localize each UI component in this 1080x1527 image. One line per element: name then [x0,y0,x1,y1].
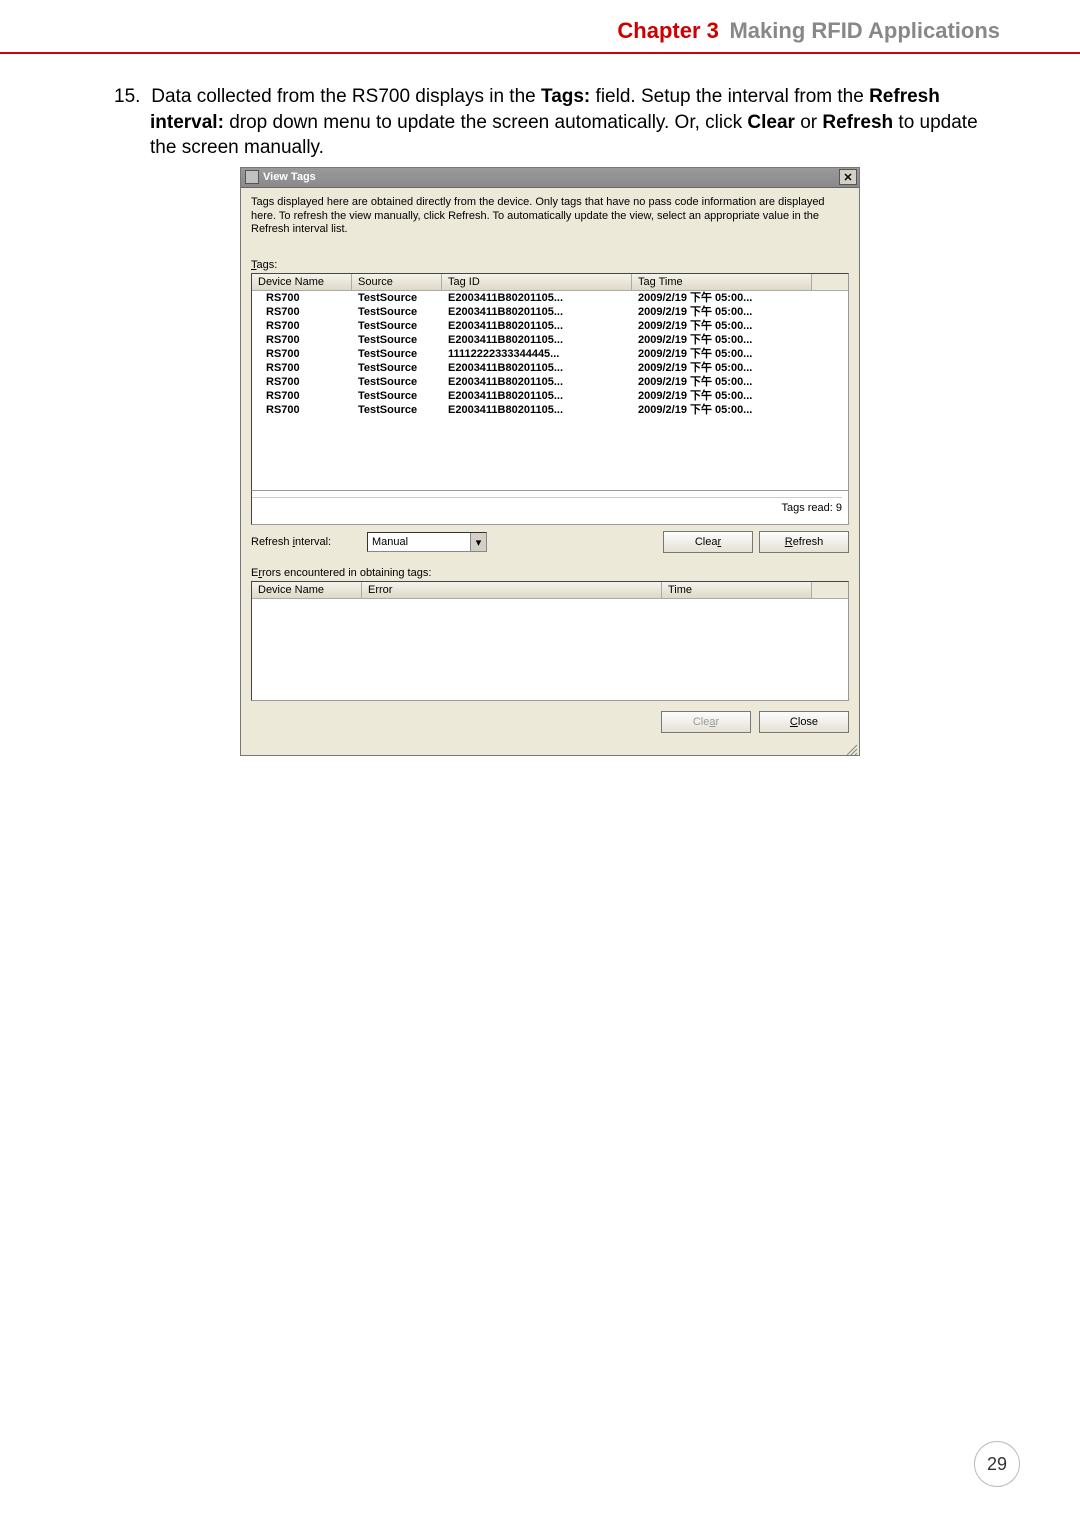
col-source[interactable]: Source [352,274,442,290]
table-row[interactable]: RS700TestSourceE2003411B80201105...2009/… [252,333,848,347]
cell-device: RS700 [252,361,352,375]
cell-source: TestSource [352,291,442,305]
table-row[interactable]: RS700TestSourceE2003411B80201105...2009/… [252,375,848,389]
cell-tagid: E2003411B80201105... [442,291,632,305]
cell-time: 2009/2/19 下午 05:00... [632,305,812,319]
footer-row: Clear Close [251,711,849,733]
tags-header[interactable]: Device Name Source Tag ID Tag Time [252,274,848,291]
cell-source: TestSource [352,389,442,403]
cell-time: 2009/2/19 下午 05:00... [632,361,812,375]
tags-listview[interactable]: Device Name Source Tag ID Tag Time RS700… [251,273,849,491]
cell-time: 2009/2/19 下午 05:00... [632,319,812,333]
refresh-interval-label: Refresh interval: [251,536,361,548]
tags-body: RS700TestSourceE2003411B80201105...2009/… [252,291,848,417]
col-tagtime[interactable]: Tag Time [632,274,812,290]
cell-tagid: E2003411B80201105... [442,305,632,319]
refresh-row: Refresh interval: Manual ▾ Clear Refresh [251,531,849,553]
cell-device: RS700 [252,291,352,305]
cell-tagid: 11112222333344445... [442,347,632,361]
errors-listview[interactable]: Device Name Error Time [251,581,849,701]
body-paragraph: 15. Data collected from the RS700 displa… [150,84,1000,161]
cell-tagid: E2003411B80201105... [442,375,632,389]
cell-time: 2009/2/19 下午 05:00... [632,375,812,389]
cell-device: RS700 [252,375,352,389]
refresh-button[interactable]: Refresh [759,531,849,553]
page-number: 29 [974,1441,1020,1487]
step-text: Data collected from the RS700 displays i… [150,86,978,158]
table-row[interactable]: RS700TestSource11112222333344445...2009/… [252,347,848,361]
table-row[interactable]: RS700TestSourceE2003411B80201105...2009/… [252,305,848,319]
chevron-down-icon[interactable]: ▾ [470,533,486,551]
tags-read: Tags read: 9 [251,491,849,525]
app-icon [245,170,259,184]
cell-tagid: E2003411B80201105... [442,403,632,417]
errors-header[interactable]: Device Name Error Time [252,582,848,599]
table-row[interactable]: RS700TestSourceE2003411B80201105...2009/… [252,361,848,375]
cell-time: 2009/2/19 下午 05:00... [632,403,812,417]
cell-source: TestSource [352,333,442,347]
cell-source: TestSource [352,347,442,361]
resize-grip-icon[interactable] [241,743,859,755]
tags-label: Tags: [251,259,849,271]
chapter-title: Making RFID Applications [723,18,1000,43]
col-err-device[interactable]: Device Name [252,582,362,598]
cell-time: 2009/2/19 下午 05:00... [632,333,812,347]
cell-device: RS700 [252,347,352,361]
table-row[interactable]: RS700TestSourceE2003411B80201105...2009/… [252,319,848,333]
errors-label: Errors encountered in obtaining tags: [251,567,849,579]
col-err-time[interactable]: Time [662,582,812,598]
cell-time: 2009/2/19 下午 05:00... [632,389,812,403]
cell-time: 2009/2/19 下午 05:00... [632,291,812,305]
dropdown-value: Manual [372,536,408,548]
cell-device: RS700 [252,305,352,319]
clear-button[interactable]: Clear [663,531,753,553]
cell-time: 2009/2/19 下午 05:00... [632,347,812,361]
cell-device: RS700 [252,319,352,333]
window-title: View Tags [263,171,316,183]
cell-source: TestSource [352,361,442,375]
cell-device: RS700 [252,389,352,403]
col-err-error[interactable]: Error [362,582,662,598]
cell-device: RS700 [252,333,352,347]
view-tags-dialog: View Tags ✕ Tags displayed here are obta… [240,167,860,756]
col-tagid[interactable]: Tag ID [442,274,632,290]
cell-source: TestSource [352,305,442,319]
info-text: Tags displayed here are obtained directl… [251,196,849,237]
cell-tagid: E2003411B80201105... [442,361,632,375]
clear-errors-button: Clear [661,711,751,733]
page-header: Chapter 3 Making RFID Applications [0,0,1080,54]
step-number: 15. [114,84,146,110]
cell-source: TestSource [352,403,442,417]
table-row[interactable]: RS700TestSourceE2003411B80201105...2009/… [252,291,848,305]
cell-tagid: E2003411B80201105... [442,333,632,347]
chapter-number: Chapter 3 [617,18,718,43]
refresh-interval-dropdown[interactable]: Manual ▾ [367,532,487,552]
titlebar[interactable]: View Tags ✕ [241,168,859,188]
cell-source: TestSource [352,319,442,333]
cell-tagid: E2003411B80201105... [442,389,632,403]
cell-tagid: E2003411B80201105... [442,319,632,333]
table-row[interactable]: RS700TestSourceE2003411B80201105...2009/… [252,403,848,417]
cell-source: TestSource [352,375,442,389]
table-row[interactable]: RS700TestSourceE2003411B80201105...2009/… [252,389,848,403]
col-device[interactable]: Device Name [252,274,352,290]
cell-device: RS700 [252,403,352,417]
close-icon[interactable]: ✕ [839,169,857,185]
close-button[interactable]: Close [759,711,849,733]
